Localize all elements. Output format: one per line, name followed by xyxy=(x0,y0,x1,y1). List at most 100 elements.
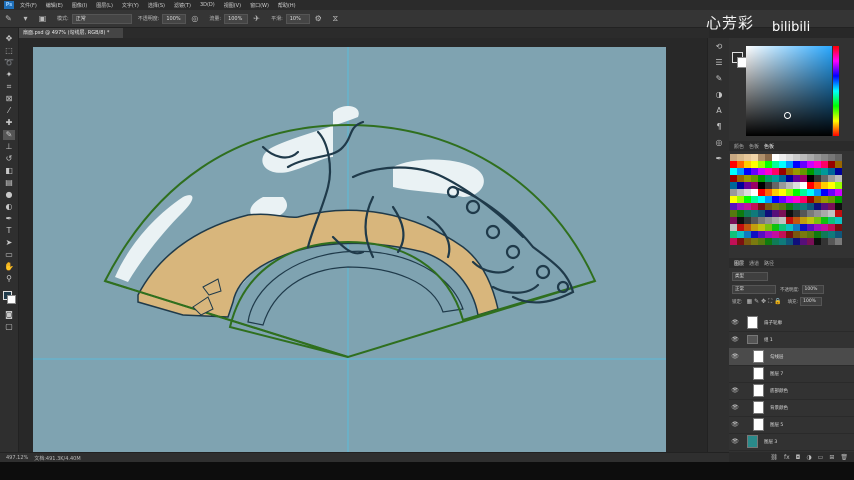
color-swatch[interactable] xyxy=(814,161,821,168)
color-swatch[interactable] xyxy=(772,154,779,161)
color-swatch[interactable] xyxy=(765,203,772,210)
color-swatch[interactable] xyxy=(835,189,842,196)
adjustment-layer-icon[interactable]: ◑ xyxy=(806,454,811,461)
new-layer-icon[interactable]: ⊞ xyxy=(829,454,834,461)
color-swatch[interactable] xyxy=(793,238,800,245)
color-swatch[interactable] xyxy=(828,168,835,175)
color-swatch[interactable] xyxy=(772,203,779,210)
color-swatch[interactable] xyxy=(807,224,814,231)
color-swatch[interactable] xyxy=(772,217,779,224)
brush-preset-icon[interactable]: ▾ xyxy=(21,14,30,23)
color-swatch[interactable] xyxy=(821,231,828,238)
color-swatch[interactable] xyxy=(814,196,821,203)
color-swatch[interactable] xyxy=(765,168,772,175)
color-swatch[interactable] xyxy=(737,175,744,182)
color-swatch[interactable] xyxy=(730,168,737,175)
brush-settings-icon[interactable]: ✎ xyxy=(713,74,725,84)
tab-layers[interactable]: 图层 xyxy=(734,260,744,267)
pressure-opacity-icon[interactable]: ◎ xyxy=(190,14,199,23)
color-swatch[interactable] xyxy=(730,203,737,210)
color-swatch[interactable] xyxy=(793,168,800,175)
eyedropper-tool-icon[interactable]: ⁄ xyxy=(3,106,15,116)
color-swatch[interactable] xyxy=(800,154,807,161)
color-swatch[interactable] xyxy=(828,217,835,224)
color-swatch[interactable] xyxy=(772,238,779,245)
marquee-tool-icon[interactable]: ⬚ xyxy=(3,46,15,56)
color-swatch[interactable] xyxy=(793,182,800,189)
color-swatch[interactable] xyxy=(737,231,744,238)
layer-row[interactable]: 👁 图层 3 xyxy=(729,433,854,451)
color-swatch[interactable] xyxy=(814,189,821,196)
history-brush-icon[interactable]: ↺ xyxy=(3,154,15,164)
color-swatch[interactable] xyxy=(779,210,786,217)
color-swatch[interactable] xyxy=(828,231,835,238)
color-swatch[interactable] xyxy=(730,182,737,189)
channels-panel-icon[interactable]: ◎ xyxy=(713,138,725,148)
color-swatch[interactable] xyxy=(835,168,842,175)
color-swatch[interactable] xyxy=(793,175,800,182)
link-layers-icon[interactable]: ⛓ xyxy=(770,454,778,461)
visibility-eye-icon[interactable]: 👁 xyxy=(729,404,741,411)
layer-row[interactable]: 👁 底部颜色 xyxy=(729,382,854,400)
color-swatch[interactable] xyxy=(814,231,821,238)
color-swatch[interactable] xyxy=(793,217,800,224)
color-swatch[interactable] xyxy=(807,217,814,224)
color-swatch[interactable] xyxy=(765,182,772,189)
color-swatch[interactable] xyxy=(730,217,737,224)
dodge-tool-icon[interactable]: ◐ xyxy=(3,202,15,212)
color-swatch[interactable] xyxy=(821,238,828,245)
color-swatch[interactable] xyxy=(737,154,744,161)
color-swatch[interactable] xyxy=(786,217,793,224)
color-swatch[interactable] xyxy=(730,231,737,238)
color-swatch[interactable] xyxy=(835,182,842,189)
color-swatch[interactable] xyxy=(828,154,835,161)
color-swatch[interactable] xyxy=(737,196,744,203)
menu-edit[interactable]: 编辑(E) xyxy=(46,2,63,9)
color-swatch[interactable] xyxy=(807,203,814,210)
color-swatch[interactable] xyxy=(828,203,835,210)
visibility-eye-icon[interactable]: 👁 xyxy=(729,319,741,326)
color-swatch[interactable] xyxy=(772,182,779,189)
move-tool-icon[interactable]: ✥ xyxy=(3,34,15,44)
symmetry-icon[interactable]: ⧖ xyxy=(331,14,340,23)
brush-tool-icon[interactable]: ✎ xyxy=(4,14,13,23)
color-swatch[interactable] xyxy=(758,154,765,161)
color-swatch[interactable] xyxy=(737,161,744,168)
menu-layer[interactable]: 图层(L) xyxy=(96,2,113,9)
color-swatch[interactable] xyxy=(737,238,744,245)
color-swatch[interactable] xyxy=(821,182,828,189)
color-swatch[interactable] xyxy=(821,175,828,182)
menu-filter[interactable]: 滤镜(T) xyxy=(174,2,191,9)
color-swatch[interactable] xyxy=(779,203,786,210)
fill-field[interactable]: 100% xyxy=(800,297,823,306)
menu-file[interactable]: 文件(F) xyxy=(20,2,37,9)
menu-help[interactable]: 帮助(H) xyxy=(278,2,296,9)
color-swatch[interactable] xyxy=(758,189,765,196)
color-swatch[interactable] xyxy=(744,238,751,245)
visibility-eye-icon[interactable]: 👁 xyxy=(729,438,741,445)
color-swatch[interactable] xyxy=(751,168,758,175)
layer-row-selected[interactable]: 👁 勾线层 xyxy=(729,348,854,366)
smooth-field[interactable]: 10% xyxy=(285,13,310,24)
color-swatch[interactable] xyxy=(758,196,765,203)
opacity-field[interactable]: 100% xyxy=(162,13,187,24)
color-swatch[interactable] xyxy=(821,203,828,210)
menu-image[interactable]: 图像(I) xyxy=(72,2,87,9)
color-swatch[interactable] xyxy=(744,203,751,210)
properties-panel-icon[interactable]: ☰ xyxy=(713,58,725,68)
color-swatch[interactable] xyxy=(779,161,786,168)
color-swatch[interactable] xyxy=(758,231,765,238)
color-swatch[interactable] xyxy=(835,196,842,203)
color-swatch[interactable] xyxy=(835,210,842,217)
paragraph-panel-icon[interactable]: ¶ xyxy=(713,122,725,132)
color-swatch[interactable] xyxy=(807,196,814,203)
color-swatch[interactable] xyxy=(793,161,800,168)
color-swatch[interactable] xyxy=(793,189,800,196)
color-swatch[interactable] xyxy=(765,210,772,217)
canvas-area[interactable] xyxy=(19,38,707,456)
color-swatch[interactable] xyxy=(835,231,842,238)
layer-row[interactable]: 👁 扇子轮廓 xyxy=(729,314,854,332)
color-swatch[interactable] xyxy=(772,196,779,203)
color-swatch[interactable] xyxy=(800,217,807,224)
pen-tool-icon[interactable]: ✒ xyxy=(3,214,15,224)
